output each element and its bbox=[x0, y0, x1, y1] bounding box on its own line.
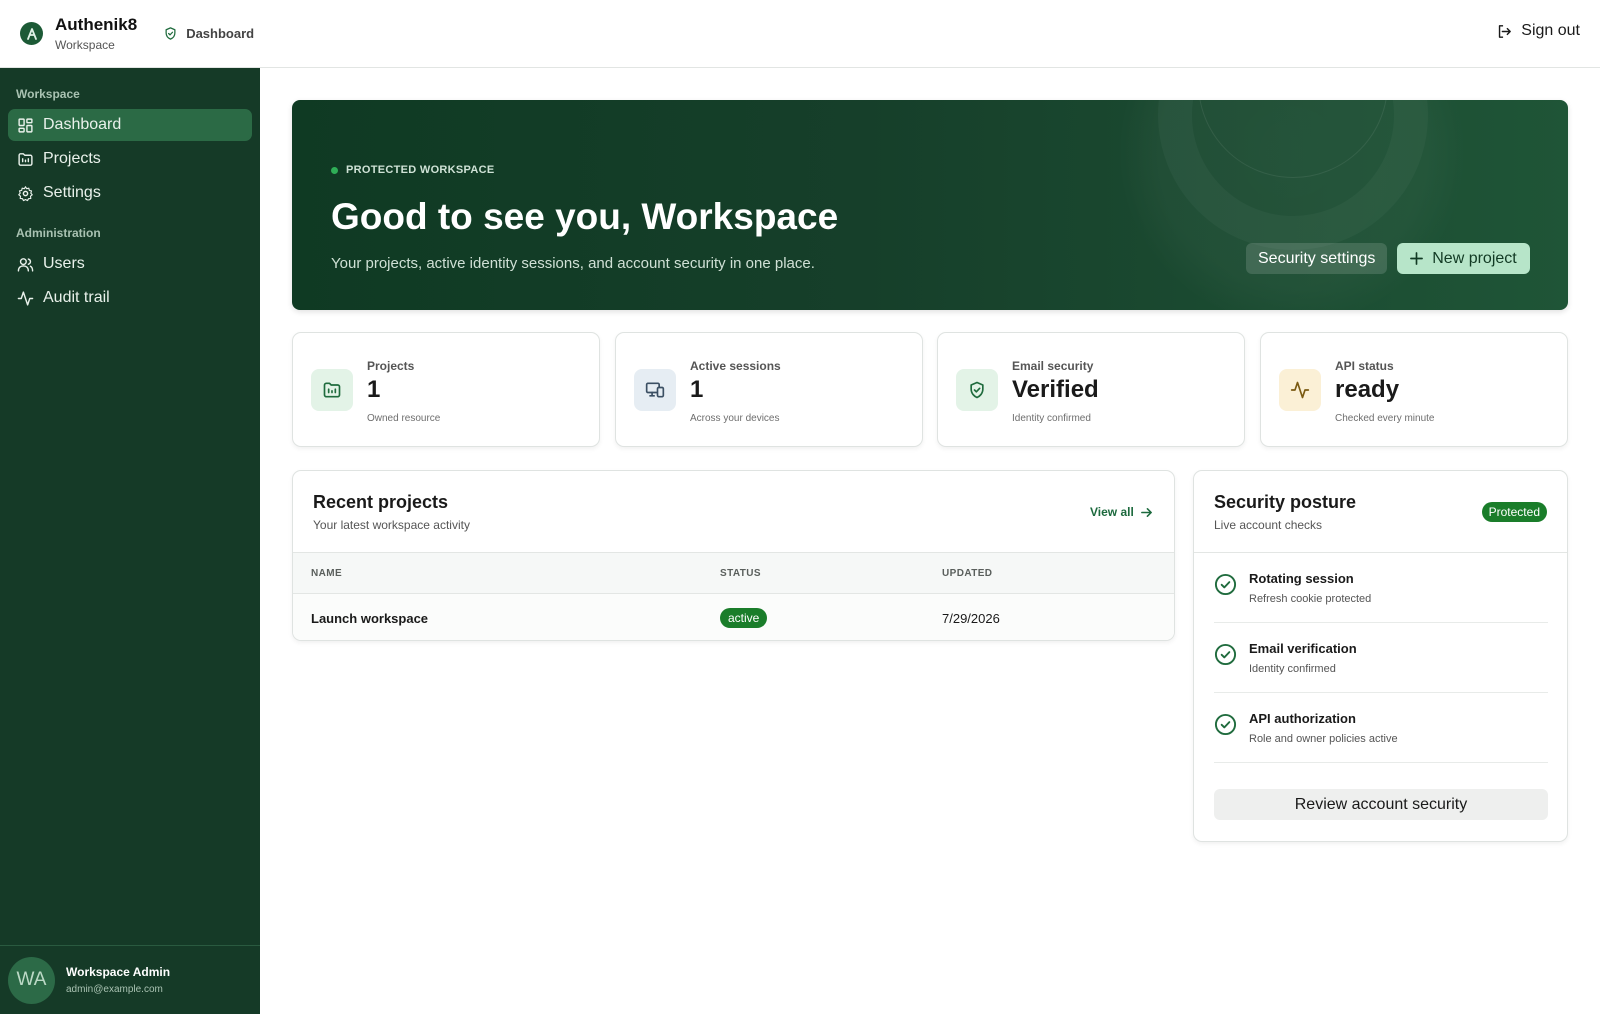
new-project-button[interactable]: New project bbox=[1397, 243, 1530, 274]
stat-icon-box bbox=[956, 369, 998, 411]
folder-icon bbox=[17, 151, 34, 168]
brand-subtitle: Workspace bbox=[55, 37, 115, 52]
check-title: API authorization bbox=[1249, 711, 1356, 726]
sidebar-item-projects[interactable]: Projects bbox=[8, 143, 252, 175]
sidebar-item-audit-trail[interactable]: Audit trail bbox=[8, 282, 252, 314]
column-header-name[interactable]: NAME bbox=[311, 568, 342, 579]
hero-eyebrow: PROTECTED WORKSPACE bbox=[331, 164, 495, 176]
user-name: Workspace Admin bbox=[66, 965, 171, 979]
security-settings-button[interactable]: Security settings bbox=[1246, 243, 1388, 274]
table-header: NAME STATUS UPDATED bbox=[293, 552, 1174, 594]
stat-value: 1 bbox=[367, 376, 381, 403]
activity-icon bbox=[17, 290, 34, 307]
updated-date: 7/29/2026 bbox=[942, 611, 1000, 626]
stat-label: Projects bbox=[367, 359, 415, 373]
stat-icon-box bbox=[1279, 369, 1321, 411]
sidebar-item-settings[interactable]: Settings bbox=[8, 177, 252, 209]
user-info: Workspace Admin admin@example.com bbox=[66, 965, 170, 995]
status-badge: active bbox=[720, 608, 768, 628]
review-account-security-button[interactable]: Review account security bbox=[1214, 789, 1548, 820]
check-title: Rotating session bbox=[1249, 571, 1354, 586]
sign-out-label: Sign out bbox=[1521, 22, 1580, 39]
stat-hint: Across your devices bbox=[690, 413, 780, 424]
card-subtitle: Your latest workspace activity bbox=[313, 518, 470, 532]
card-title: Security posture bbox=[1214, 492, 1357, 512]
brand: Authenik8 Workspace bbox=[55, 15, 137, 53]
breadcrumb-label: Dashboard bbox=[186, 26, 255, 41]
stat-hint: Identity confirmed bbox=[1012, 413, 1091, 424]
new-project-label: New project bbox=[1432, 249, 1517, 267]
stat-label: Active sessions bbox=[690, 359, 781, 373]
security-check: API authorization Role and owner policie… bbox=[1214, 693, 1548, 763]
security-posture-card: Security posture Live account checks Pro… bbox=[1193, 470, 1568, 842]
stat-card-api-status: API status ready Checked every minute bbox=[1260, 332, 1568, 447]
devices-icon bbox=[645, 382, 665, 398]
protected-badge: Protected bbox=[1481, 502, 1547, 522]
stat-label: API status bbox=[1335, 359, 1394, 373]
view-all-link[interactable]: View all bbox=[1090, 505, 1153, 519]
view-all-label: View all bbox=[1090, 505, 1134, 519]
card-subtitle: Live account checks bbox=[1214, 518, 1323, 532]
stat-hint: Checked every minute bbox=[1335, 413, 1435, 424]
card-title: Recent projects bbox=[313, 492, 449, 512]
folder-icon bbox=[323, 382, 341, 398]
sidebar-section-administration: Administration bbox=[16, 226, 101, 240]
stat-hint: Owned resource bbox=[367, 413, 441, 424]
plus-icon bbox=[1410, 252, 1424, 265]
stat-icon-box bbox=[311, 369, 353, 411]
sidebar-item-label: Settings bbox=[43, 184, 101, 201]
stat-label: Email security bbox=[1012, 359, 1094, 373]
stat-value: Verified bbox=[1012, 376, 1099, 403]
hero-banner: PROTECTED WORKSPACE Good to see you, Wor… bbox=[292, 100, 1568, 310]
hero-eyebrow-label: PROTECTED WORKSPACE bbox=[346, 164, 495, 176]
check-subtitle: Role and owner policies active bbox=[1249, 733, 1398, 745]
stat-value: 1 bbox=[690, 376, 704, 403]
stat-card-projects: Projects 1 Owned resource bbox=[292, 332, 600, 447]
sign-out-icon bbox=[1499, 24, 1512, 38]
stat-value: ready bbox=[1335, 376, 1400, 403]
check-subtitle: Refresh cookie protected bbox=[1249, 593, 1372, 605]
brand-logo-icon[interactable] bbox=[20, 22, 43, 45]
user-email: admin@example.com bbox=[66, 984, 163, 995]
sidebar-item-users[interactable]: Users bbox=[8, 248, 252, 280]
check-circle-icon bbox=[1214, 713, 1237, 736]
sidebar-item-label: Audit trail bbox=[43, 289, 110, 306]
sidebar-item-label: Projects bbox=[43, 150, 101, 167]
activity-icon bbox=[1290, 381, 1310, 399]
stat-card-active-sessions: Active sessions 1 Across your devices bbox=[615, 332, 923, 447]
sidebar-item-dashboard[interactable]: Dashboard bbox=[8, 109, 252, 141]
users-icon bbox=[17, 256, 34, 273]
project-name[interactable]: Launch workspace bbox=[311, 611, 428, 626]
security-check: Rotating session Refresh cookie protecte… bbox=[1214, 553, 1548, 623]
status-dot bbox=[331, 166, 338, 174]
sidebar-item-label: Users bbox=[43, 255, 85, 272]
stat-icon-box bbox=[634, 369, 676, 411]
hero-title: Good to see you, Workspace bbox=[331, 196, 839, 237]
shield-check-icon bbox=[970, 381, 984, 399]
sidebar: Workspace Dashboard Projects Settings Ad… bbox=[0, 68, 260, 1014]
gear-icon bbox=[17, 185, 34, 202]
sign-out-button[interactable]: Sign out bbox=[1496, 22, 1580, 40]
sidebar-user[interactable]: WA Workspace Admin admin@example.com bbox=[0, 945, 260, 1014]
column-header-updated[interactable]: UPDATED bbox=[942, 568, 992, 579]
top-header: Authenik8 Workspace Dashboard Sign out bbox=[0, 0, 1600, 68]
dashboard-icon bbox=[17, 117, 34, 134]
check-circle-icon bbox=[1214, 573, 1237, 596]
table-row[interactable]: Launch workspace active 7/29/2026 bbox=[293, 594, 1174, 640]
avatar: WA bbox=[8, 956, 55, 1004]
check-subtitle: Identity confirmed bbox=[1249, 663, 1336, 675]
check-circle-icon bbox=[1214, 643, 1237, 666]
shield-check-icon bbox=[165, 27, 176, 40]
brand-name: Authenik8 bbox=[55, 14, 138, 34]
arrow-right-icon bbox=[1140, 507, 1152, 517]
sidebar-item-label: Dashboard bbox=[43, 116, 122, 133]
hero-subtitle: Your projects, active identity sessions,… bbox=[331, 255, 815, 272]
sidebar-section-workspace: Workspace bbox=[16, 87, 80, 101]
security-check: Email verification Identity confirmed bbox=[1214, 623, 1548, 693]
breadcrumb[interactable]: Dashboard bbox=[163, 26, 254, 41]
stat-card-email-security: Email security Verified Identity confirm… bbox=[937, 332, 1245, 447]
column-header-status[interactable]: STATUS bbox=[720, 568, 761, 579]
check-title: Email verification bbox=[1249, 641, 1357, 656]
recent-projects-card: Recent projects Your latest workspace ac… bbox=[292, 470, 1175, 641]
